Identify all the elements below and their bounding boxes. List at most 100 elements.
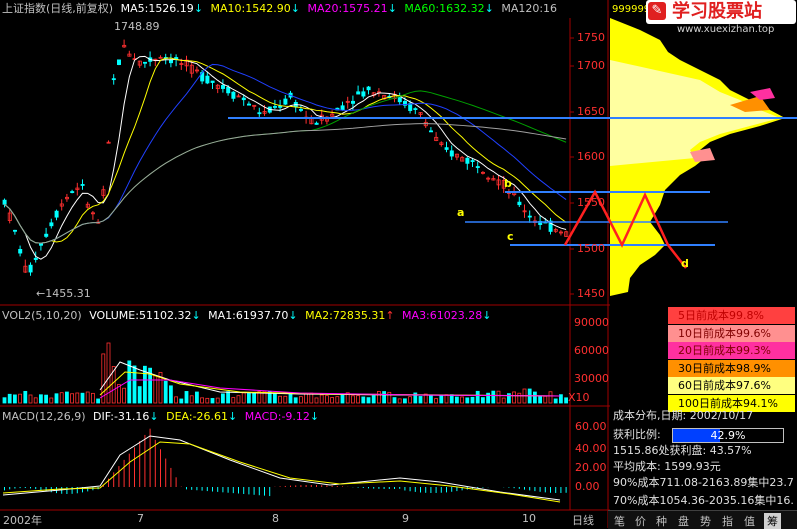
volume-bar — [54, 393, 59, 404]
volume-bar — [387, 391, 392, 404]
macd-tick: 60.00 — [575, 420, 607, 433]
volume-bar — [18, 393, 23, 404]
vol-ma2: MA2:72835.31 — [305, 309, 386, 322]
macd-tick: 40.00 — [575, 442, 607, 455]
volume-bar — [80, 392, 85, 404]
label-b: b — [504, 177, 512, 190]
tab-index[interactable]: 指 — [722, 513, 733, 529]
volume-bar — [205, 397, 210, 404]
volume-bar — [231, 397, 236, 404]
volume-bar — [168, 385, 173, 404]
vol-label: VOL2(5,10,20) — [2, 309, 82, 322]
price-tick: 1600 — [577, 150, 605, 163]
candle-body — [205, 75, 210, 84]
tab-chip[interactable]: 筹 — [764, 513, 781, 529]
candle-body — [444, 147, 449, 150]
tab-value[interactable]: 值 — [744, 513, 755, 529]
tab-pan[interactable]: 盘 — [678, 513, 689, 529]
candle-body — [272, 106, 277, 108]
candle-body — [54, 210, 59, 218]
price-tick: 1500 — [577, 242, 605, 255]
candle-body — [18, 248, 23, 254]
candle-body — [408, 103, 413, 111]
down-arrow-icon: ↓ — [193, 2, 204, 15]
candle-body — [49, 222, 54, 227]
volume-bar — [96, 398, 100, 404]
volume-bar — [70, 393, 74, 404]
volume-bar — [533, 391, 537, 404]
volume-bar — [179, 398, 184, 404]
volume-bar — [449, 394, 454, 404]
candle-body — [142, 61, 147, 64]
macd-tick: 0.00 — [575, 480, 600, 493]
volume-tick: X10 — [568, 391, 590, 404]
volume-bar — [85, 391, 90, 404]
vol-ma3: MA3:61023.28 — [402, 309, 483, 322]
down-arrow-icon: ↓ — [387, 2, 397, 15]
dea-line — [2, 441, 561, 503]
ma-line — [4, 55, 567, 260]
volume-tick: 60000 — [574, 344, 609, 357]
volume-bar — [402, 398, 407, 404]
candle-body — [111, 78, 116, 81]
candle-body — [257, 112, 262, 115]
down-arrow-icon: ↓ — [290, 2, 300, 15]
date-tick: 8 — [272, 512, 279, 525]
ma-line — [4, 63, 567, 244]
volume-bar — [553, 398, 558, 404]
volume-bar — [376, 391, 381, 404]
logo-mark-icon: ✎ — [648, 2, 666, 20]
tab-bi[interactable]: 笔 — [614, 513, 625, 529]
tab-daily[interactable]: 日线 — [572, 512, 594, 528]
price-tick: 1450 — [577, 287, 605, 300]
candle-body — [314, 122, 319, 125]
volume-bar — [184, 391, 189, 404]
volume-bar — [2, 397, 7, 404]
candle-body — [70, 191, 75, 193]
volume-bar — [475, 390, 480, 404]
tab-kind[interactable]: 种 — [656, 513, 667, 529]
label-d: d — [681, 257, 689, 270]
profit-ratio-bar: 42.9% — [672, 428, 784, 443]
volume-bar — [272, 392, 277, 404]
volume-bar — [486, 392, 491, 404]
candle-body — [33, 257, 38, 260]
volume-bar — [226, 391, 231, 404]
cost-legend-item: 30日前成本98.9% — [668, 359, 795, 377]
volume-bar — [350, 395, 355, 404]
macd-header: MACD(12,26,9) DIF:-31.16↓ DEA:-26.61↓ MA… — [2, 410, 320, 423]
volume-bar — [356, 395, 361, 404]
volume-bar — [132, 365, 137, 404]
volume-bar — [278, 395, 283, 404]
ma-line — [4, 57, 567, 244]
volume-bar — [288, 394, 293, 404]
volume-bar — [517, 392, 522, 404]
candle-body — [39, 243, 44, 246]
volume-bars — [2, 342, 568, 404]
volume-bar — [361, 396, 366, 404]
low-price-label: ←1455.31 — [36, 287, 91, 300]
date-tick: 10 — [522, 512, 536, 525]
volume-bar — [460, 396, 465, 404]
volume-bar — [28, 394, 33, 404]
ma-line — [4, 123, 567, 244]
volume-bar — [434, 398, 439, 404]
candle-body — [449, 150, 454, 157]
volume-bar — [163, 380, 168, 404]
volume-bar — [418, 396, 423, 404]
cost-90-line: 90%成本711.08-2163.89集中23.7 — [613, 476, 794, 489]
tab-trend[interactable]: 势 — [700, 513, 711, 529]
macd-histogram — [2, 428, 567, 503]
brand-logo: ✎ 学习股票站 — [646, 0, 796, 24]
volume-bar — [506, 393, 511, 404]
date-tick: 2002年 — [3, 514, 42, 527]
tab-price[interactable]: 价 — [635, 513, 646, 529]
volume-bar — [293, 397, 298, 404]
volume-bar — [304, 392, 309, 404]
volume-bar — [44, 394, 48, 404]
candle-body — [278, 105, 283, 108]
date-tick: 9 — [402, 512, 409, 525]
moving-average-lines — [4, 55, 567, 260]
volume-bar — [491, 390, 496, 404]
cost-legend-item: 60日前成本97.6% — [668, 377, 795, 394]
